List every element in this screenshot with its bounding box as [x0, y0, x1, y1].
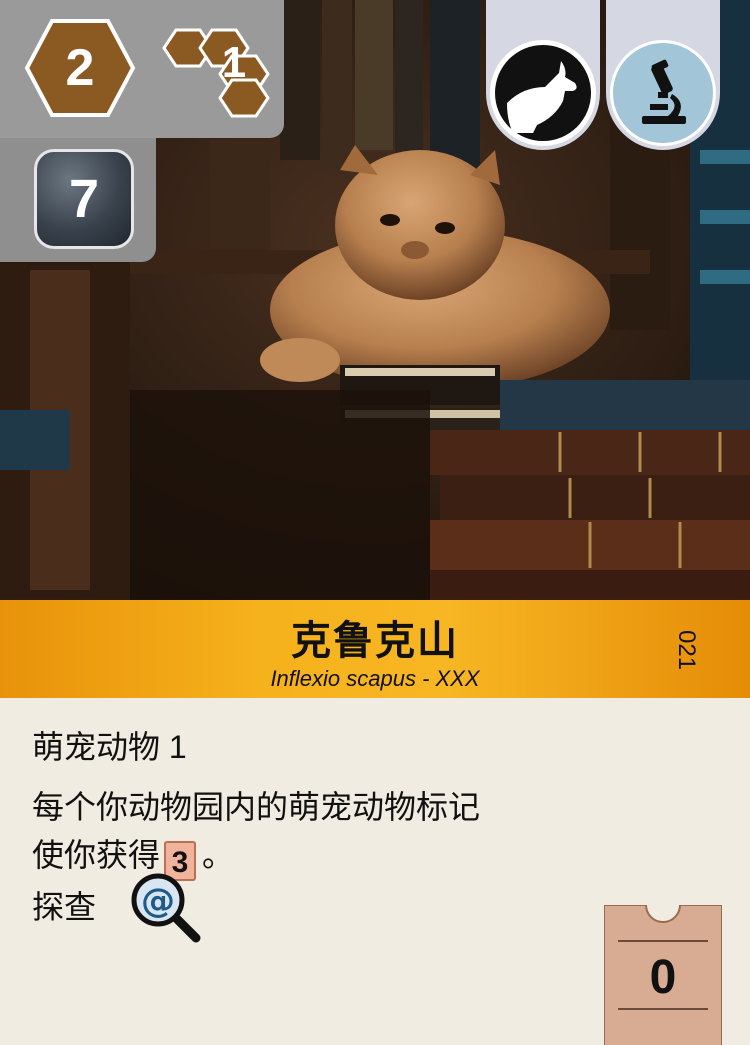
effect-line-2-suffix: 。	[202, 837, 235, 873]
effect-line-2-prefix: 使你获得	[32, 837, 161, 873]
magnifier-icon: @	[131, 873, 201, 943]
investigate-label: 探查	[32, 889, 97, 925]
money-cost: 2	[65, 39, 95, 97]
ability-text: 萌宠动物 1	[32, 729, 187, 765]
card-title: 克鲁克山	[291, 619, 459, 663]
card-subtitle: Inflexio scapus - XXX	[270, 666, 480, 691]
enclosure-size: 1	[221, 38, 247, 87]
action-points-badge: 7	[34, 149, 134, 249]
goat-icon	[490, 40, 596, 146]
animal-card: 2 1 7 克鲁克山 Inflexio scapus - XXX 021 萌宠动…	[0, 0, 750, 1045]
microscope-icon	[610, 40, 716, 146]
investigate-symbol: @	[141, 881, 175, 921]
effect-line-1: 每个你动物园内的萌宠动物标记	[32, 789, 481, 825]
appeal-value: 0	[649, 951, 677, 1004]
card-number: 021	[673, 630, 700, 671]
